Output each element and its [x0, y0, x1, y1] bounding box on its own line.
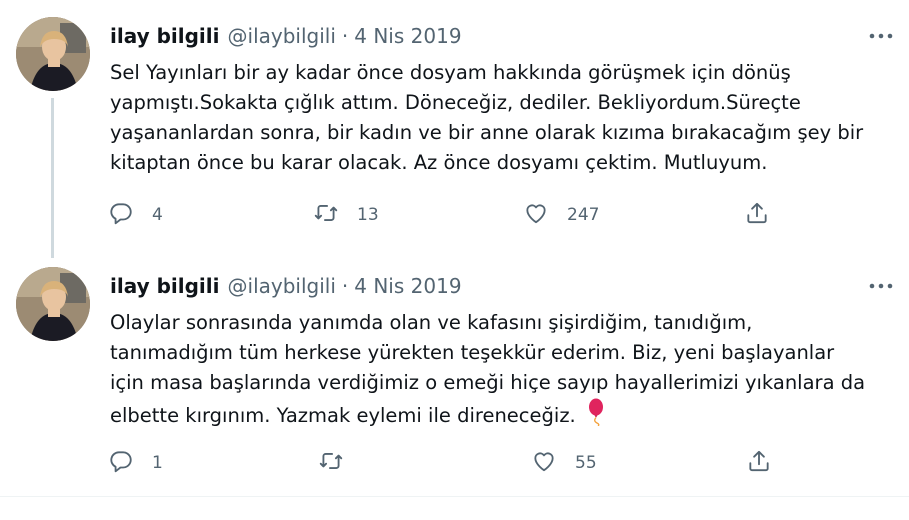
tweet-text-content: Olaylar sonrasında yanımda olan ve kafas…	[110, 311, 866, 427]
tweet-text: Sel Yayınları bir ay kadar önce dosyam h…	[110, 61, 864, 174]
separator: ·	[341, 24, 349, 48]
tweet-date[interactable]: 4 Nis 2019	[354, 24, 461, 48]
like-count: 55	[575, 453, 597, 473]
heart-icon	[531, 448, 557, 479]
tweet-actions: 4 13 247	[108, 198, 808, 232]
tweet-text: Olaylar sonrasında yanımda olan ve kafas…	[110, 308, 895, 435]
tweet-header: ilay bilgili @ilaybilgili · 4 Nis 2019	[110, 22, 462, 50]
reply-icon	[108, 200, 134, 231]
like-count: 247	[567, 205, 600, 225]
more-dots-icon[interactable]	[867, 272, 895, 300]
tweet[interactable]: ilay bilgili @ilaybilgili · 4 Nis 2019 S…	[0, 0, 909, 250]
retweet-count: 13	[357, 205, 379, 225]
share-icon	[746, 448, 772, 479]
tweet-thread: ilay bilgili @ilaybilgili · 4 Nis 2019 S…	[0, 0, 909, 520]
avatar[interactable]	[16, 17, 90, 91]
like-button[interactable]: 247	[523, 198, 599, 232]
balloon-emoji	[586, 398, 606, 435]
tweet-actions: 1 55	[108, 446, 808, 480]
author-name[interactable]: ilay bilgili	[110, 274, 220, 298]
share-icon	[744, 200, 770, 231]
reply-button[interactable]: 1	[108, 446, 163, 480]
heart-icon	[523, 200, 549, 231]
tweet[interactable]: ilay bilgili @ilaybilgili · 4 Nis 2019 O…	[0, 250, 909, 497]
more-dots-icon[interactable]	[867, 22, 895, 50]
author-handle[interactable]: @ilaybilgili	[228, 274, 336, 298]
reply-button[interactable]: 4	[108, 198, 163, 232]
retweet-button[interactable]	[318, 446, 344, 480]
tweet-header: ilay bilgili @ilaybilgili · 4 Nis 2019	[110, 272, 462, 300]
share-button[interactable]	[746, 446, 772, 480]
tweet-date[interactable]: 4 Nis 2019	[354, 274, 461, 298]
reply-count: 1	[152, 453, 163, 473]
retweet-icon	[318, 448, 344, 479]
author-handle[interactable]: @ilaybilgili	[228, 24, 336, 48]
avatar[interactable]	[16, 267, 90, 341]
reply-icon	[108, 448, 134, 479]
like-button[interactable]: 55	[531, 446, 597, 480]
retweet-button[interactable]: 13	[313, 198, 379, 232]
reply-count: 4	[152, 205, 163, 225]
share-button[interactable]	[744, 198, 770, 232]
author-name[interactable]: ilay bilgili	[110, 24, 220, 48]
retweet-icon	[313, 200, 339, 231]
separator: ·	[341, 274, 349, 298]
